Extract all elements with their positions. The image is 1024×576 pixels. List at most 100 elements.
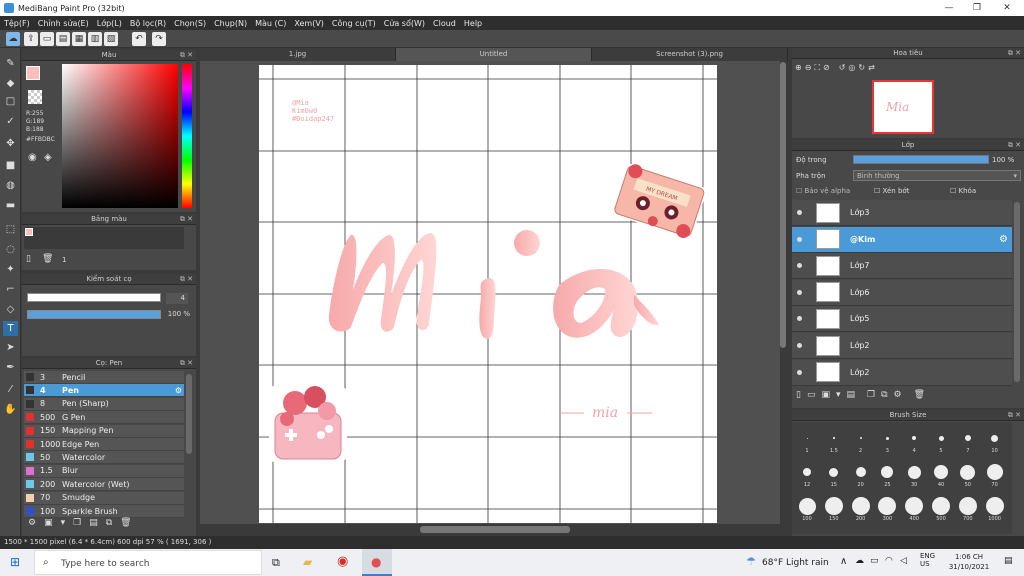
visibility-eye-icon[interactable]	[797, 289, 802, 295]
layer-row[interactable]: Lớp6	[792, 279, 1012, 306]
clipping-checkbox[interactable]: ☐ Xén bớt	[874, 187, 909, 195]
tab-1-jpg[interactable]: 1.jpg	[200, 48, 396, 61]
brush-size-preset[interactable]: 300	[874, 496, 900, 522]
layer-settings-icon[interactable]: ⚙	[894, 390, 902, 404]
brush-size-preset[interactable]: 700	[955, 496, 981, 522]
display-tray-icon[interactable]: ▭	[870, 556, 879, 566]
magic-wand-tool-icon[interactable]: ✦	[3, 262, 18, 277]
canvas-horizontal-scrollbar[interactable]	[420, 526, 570, 533]
windows-start-icon[interactable]: ⊞	[10, 555, 20, 569]
brush-item[interactable]: 1.5 Blur	[24, 464, 184, 478]
task-view-icon[interactable]: ⧉	[272, 556, 280, 570]
panel-icon[interactable]: ▭	[40, 32, 54, 46]
menu-view[interactable]: Xem(V)	[290, 19, 328, 28]
hand-tool-icon[interactable]: ✋	[3, 402, 18, 417]
brush-size-preset[interactable]: 1000	[982, 496, 1008, 522]
brush-item[interactable]: 8 Pen (Sharp)	[24, 397, 184, 411]
layer-panel-close-icon[interactable]: ⧉ ✕	[1008, 140, 1021, 151]
rotate-right-icon[interactable]: ↻	[858, 63, 865, 75]
layer-row[interactable]: Lớp7	[792, 253, 1012, 280]
brush-item[interactable]: 500 G Pen	[24, 411, 184, 425]
taskbar-search[interactable]: ⌕ Type here to search	[34, 550, 262, 575]
brush-item[interactable]: 150 Mapping Pen	[24, 424, 184, 438]
brush-size-preset[interactable]: 12	[794, 462, 820, 488]
brush-size-preset[interactable]: 15	[821, 462, 847, 488]
layer-type-dropdown-icon[interactable]: ▾	[836, 390, 841, 404]
fill-rect-tool-icon[interactable]: ■	[3, 158, 18, 173]
panel-close-icon[interactable]: ⧉ ✕	[180, 50, 193, 61]
comment-icon[interactable]: ▤	[56, 32, 70, 46]
menu-filter[interactable]: Bộ lọc(R)	[126, 19, 170, 28]
new-halftone-layer-icon[interactable]: ▭	[807, 390, 816, 404]
gear-icon[interactable]: ⚙	[999, 234, 1008, 245]
notification-icon[interactable]: ▤	[1004, 556, 1013, 566]
new-palette-icon[interactable]: ▯	[26, 254, 31, 264]
select-tool-icon[interactable]: ⬚	[3, 222, 18, 237]
brush-item[interactable]: 70 Smudge	[24, 491, 184, 505]
brush-size-preset[interactable]: 20	[848, 462, 874, 488]
layout-icon[interactable]: ▧	[104, 32, 118, 46]
canvas-vertical-scrollbar[interactable]	[780, 62, 786, 348]
navigator-close-icon[interactable]: ⧉ ✕	[1008, 48, 1021, 59]
hue-slider[interactable]	[182, 64, 192, 208]
palette-close-icon[interactable]: ⧉ ✕	[180, 214, 193, 225]
brush-size-preset[interactable]: 400	[901, 496, 927, 522]
brush-item[interactable]: 50 Watercolor	[24, 451, 184, 465]
brush-size-preset[interactable]: 5	[928, 428, 954, 454]
brush-size-preset[interactable]: 10	[982, 428, 1008, 454]
brush-size-preset[interactable]: 150	[821, 496, 847, 522]
minimize-button[interactable]: —	[934, 0, 964, 16]
new-layer-icon[interactable]: ▯	[796, 390, 801, 404]
flip-icon[interactable]: ⇄	[868, 63, 875, 75]
wifi-icon[interactable]: ◠	[885, 556, 893, 566]
reset-view-icon[interactable]: ◎	[848, 63, 855, 75]
move-tool-icon[interactable]: ✥	[3, 136, 18, 151]
language-indicator[interactable]: ENG US	[920, 552, 935, 568]
visibility-eye-icon[interactable]	[797, 369, 802, 375]
menu-window[interactable]: Cửa sổ(W)	[380, 19, 429, 28]
operation-tool-icon[interactable]: ➤	[3, 340, 18, 355]
pen-tool-icon[interactable]: ✓	[3, 114, 18, 129]
file-explorer-icon[interactable]: ▰	[303, 555, 312, 569]
grid-icon[interactable]: ▥	[88, 32, 102, 46]
shape-tool-icon[interactable]: □	[3, 94, 18, 109]
brush-tool-icon[interactable]: ✎	[3, 56, 18, 71]
layer-folder-icon[interactable]: ▤	[847, 390, 856, 404]
medibang-taskbar-item[interactable]: ●	[362, 549, 392, 576]
lock-checkbox[interactable]: ☐ Khóa	[950, 187, 976, 195]
tab-screenshot[interactable]: Screenshot (3).png	[592, 48, 788, 61]
brush-list-close-icon[interactable]: ⧉ ✕	[180, 358, 193, 369]
brush-folder-icon[interactable]: ▤	[89, 518, 98, 534]
lasso-tool-icon[interactable]: ◌	[3, 242, 18, 257]
gear-icon[interactable]: ⚙	[175, 386, 182, 395]
brush-size-preset[interactable]: 200	[848, 496, 874, 522]
brush-control-close-icon[interactable]: ⧉ ✕	[180, 274, 193, 285]
visibility-eye-icon[interactable]	[797, 316, 802, 322]
brush-size-preset[interactable]: 25	[874, 462, 900, 488]
layer-row[interactable]: @Kim ⚙	[792, 226, 1012, 253]
rotate-left-icon[interactable]: ↺	[839, 63, 846, 75]
ruler-icon[interactable]: ▦	[72, 32, 86, 46]
brush-item[interactable]: 100 Sparkle Brush	[24, 505, 184, 518]
brush-duplicate-icon[interactable]: ⧉	[106, 518, 112, 534]
maximize-button[interactable]: ❐	[962, 0, 992, 16]
brush-size-preset[interactable]: 3	[874, 428, 900, 454]
brush-size-preset[interactable]: 7	[955, 428, 981, 454]
brush-opacity-slider[interactable]	[27, 310, 161, 319]
menu-edit[interactable]: Chỉnh sửa(E)	[34, 19, 93, 28]
brush-size-preset[interactable]: 50	[955, 462, 981, 488]
brush-size-preset[interactable]: 30	[901, 462, 927, 488]
brush-size-preset[interactable]: 2	[848, 428, 874, 454]
duplicate-layer-icon[interactable]: ❐	[867, 390, 875, 404]
gradient-tool-icon[interactable]: ▬	[3, 198, 18, 213]
color-wheel-icon[interactable]: ◉	[28, 152, 37, 163]
close-button[interactable]: ✕	[992, 0, 1022, 16]
redo-icon[interactable]: ↷	[152, 32, 166, 46]
color-picker-icon[interactable]: ◈	[44, 152, 52, 163]
brush-size-preset[interactable]: 500	[928, 496, 954, 522]
visibility-eye-icon[interactable]	[797, 343, 802, 348]
add-brush-icon[interactable]: ⚙	[28, 518, 36, 534]
weather-text[interactable]: 68°F Light rain	[762, 558, 829, 568]
brush-size-preset[interactable]: 1.5	[821, 428, 847, 454]
delete-palette-icon[interactable]: 🗑	[42, 254, 53, 264]
